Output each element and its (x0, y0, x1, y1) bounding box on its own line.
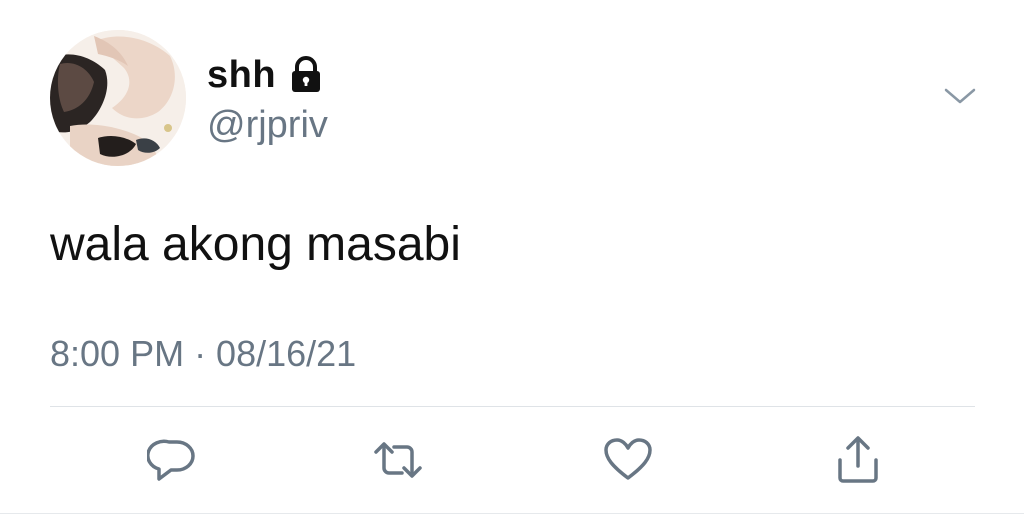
display-name[interactable]: shh (207, 54, 276, 97)
avatar-photo (50, 30, 186, 166)
tweet-timestamp[interactable]: 8:00 PM · 08/16/21 (50, 333, 356, 375)
like-button[interactable] (600, 434, 656, 486)
share-button[interactable] (830, 434, 886, 486)
lock-icon (288, 56, 324, 94)
tweet-card: shh @rjpriv wala akong masabi 8:00 PM · … (0, 0, 1024, 516)
avatar[interactable] (50, 30, 186, 166)
chevron-down-icon[interactable] (942, 84, 978, 108)
retweet-icon (374, 442, 422, 478)
divider (50, 406, 975, 407)
reply-button[interactable] (145, 434, 201, 486)
reply-icon (147, 439, 195, 481)
share-icon (838, 436, 878, 483)
display-name-row: shh (207, 52, 324, 98)
user-handle[interactable]: @rjpriv (207, 104, 328, 147)
retweet-button[interactable] (370, 434, 426, 486)
bottom-divider (0, 513, 1024, 514)
tweet-text: wala akong masabi (50, 218, 461, 271)
heart-icon (604, 438, 652, 480)
